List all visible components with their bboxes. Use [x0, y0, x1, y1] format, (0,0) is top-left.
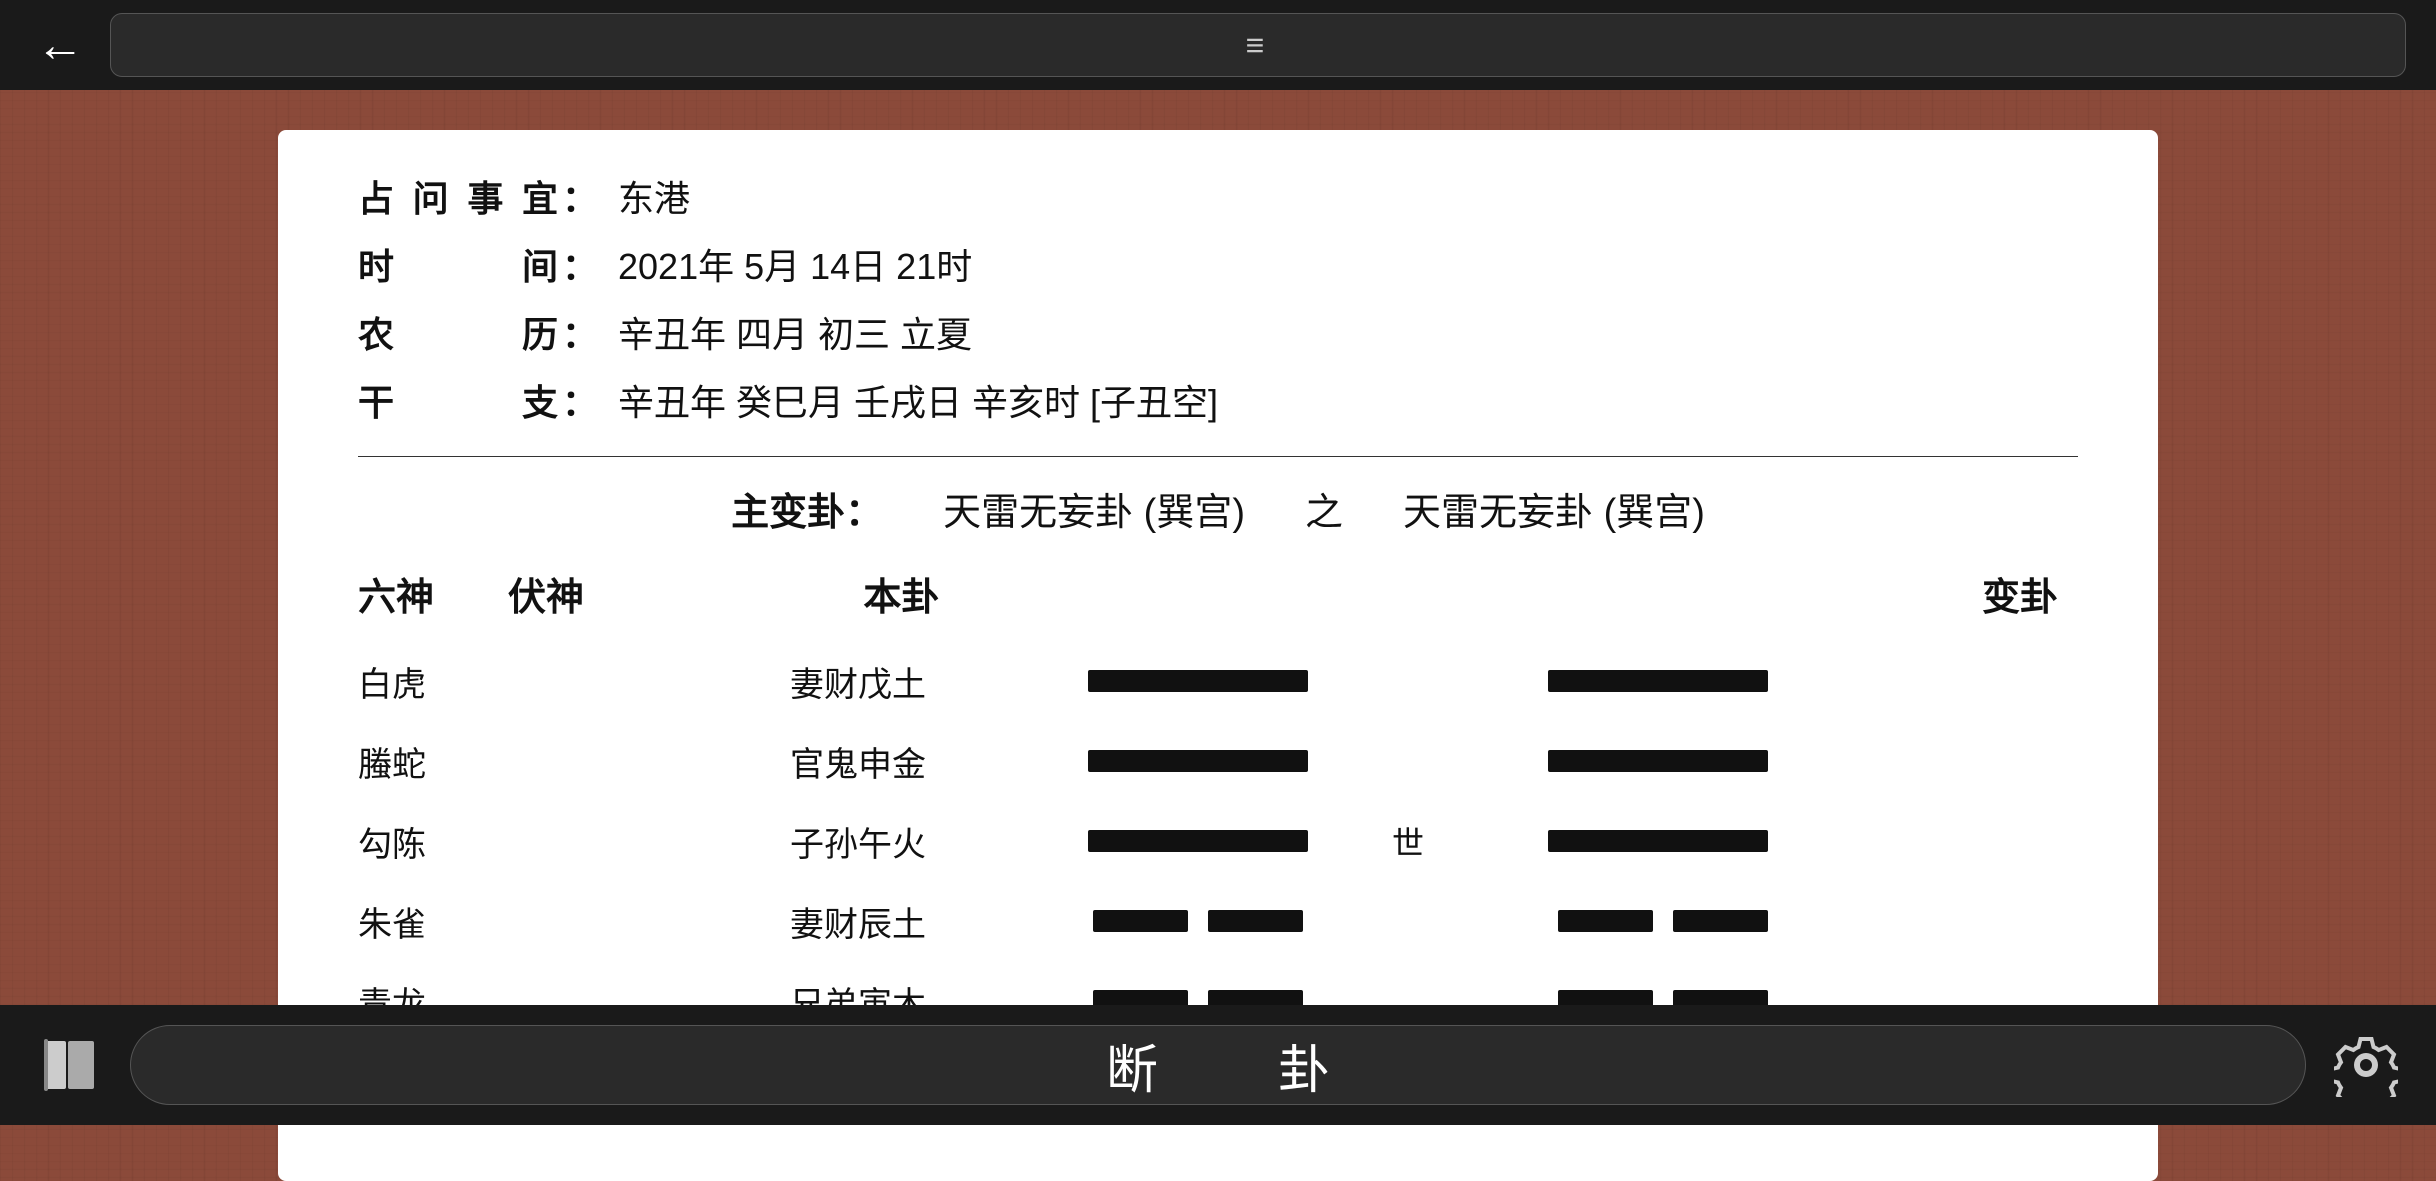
liushen-1: 螣蛇	[358, 737, 508, 786]
yao-name-3: 妻财辰土	[688, 897, 1028, 946]
bottom-bar: 断 卦	[0, 1005, 2436, 1125]
liushen-0: 白虎	[358, 657, 508, 706]
info-colon-1: ：	[562, 238, 598, 290]
book-icon	[38, 1033, 102, 1097]
info-colon-0: ：	[562, 170, 598, 222]
section-divider	[358, 456, 2078, 457]
main-title-row: 主变卦： 天雷无妄卦 (巽宫) 之 天雷无妄卦 (巽宫)	[358, 481, 2078, 536]
info-section: 占问事宜 ： 东港 时 间 ： 2021年 5月 14日 21时 农 历 ： 辛…	[358, 170, 2078, 426]
bottom-center-bar[interactable]: 断 卦	[130, 1025, 2306, 1105]
bengua-line-3	[1028, 910, 1368, 932]
top-bar: ← ≡	[0, 0, 2436, 90]
col-headers: 六神 伏神 本卦 变卦	[358, 566, 2078, 621]
info-value-2: 辛丑年 四月 初三 立夏	[618, 306, 972, 358]
biangua-line-3	[1448, 910, 1788, 932]
yao-name-1: 官鬼申金	[688, 737, 1028, 786]
hex-row-0: 白虎 妻财戊土	[358, 641, 2078, 721]
liushen-3: 朱雀	[358, 897, 508, 946]
bengua-line-0	[1028, 670, 1368, 692]
liushen-2: 勾陈	[358, 817, 508, 866]
info-row-2: 农 历 ： 辛丑年 四月 初三 立夏	[358, 306, 2078, 358]
gear-icon	[2334, 1033, 2398, 1097]
col-header-biangua: 变卦	[1631, 566, 2078, 621]
menu-icon: ≡	[1246, 27, 1271, 64]
content-area: 占问事宜 ： 东港 时 间 ： 2021年 5月 14日 21时 农 历 ： 辛…	[0, 90, 2436, 1005]
biangua-line-1	[1448, 750, 1788, 772]
info-label-3: 干 支	[358, 374, 558, 426]
yao-name-2: 子孙午火	[688, 817, 1028, 866]
bengua-line-2	[1028, 830, 1368, 852]
book-icon-button[interactable]	[30, 1025, 110, 1105]
back-arrow-icon: ←	[36, 18, 84, 73]
bottom-text-2: 卦	[1278, 1028, 1330, 1103]
info-label-2: 农 历	[358, 306, 558, 358]
info-row-0: 占问事宜 ： 东港	[358, 170, 2078, 222]
bengua-line-1	[1028, 750, 1368, 772]
info-colon-3: ：	[562, 374, 598, 426]
back-button[interactable]: ←	[30, 15, 90, 75]
hex-row-3: 朱雀 妻财辰土	[358, 881, 2078, 961]
biangua-line-0	[1448, 670, 1788, 692]
main-title-bengua: 天雷无妄卦 (巽宫)	[943, 481, 1245, 536]
hex-row-1: 螣蛇 官鬼申金	[358, 721, 2078, 801]
gear-icon-button[interactable]	[2326, 1025, 2406, 1105]
info-row-1: 时 间 ： 2021年 5月 14日 21时	[358, 238, 2078, 290]
info-label-0: 占问事宜	[358, 170, 558, 222]
info-label-1: 时 间	[358, 238, 558, 290]
zhi-char: 之	[1305, 481, 1343, 536]
col-header-fushen: 伏神	[498, 566, 678, 621]
top-menu-bar[interactable]: ≡	[110, 13, 2406, 77]
info-value-0: 东港	[618, 170, 690, 222]
main-title-label: 主变卦：	[731, 481, 883, 536]
col-header-liushen: 六神	[358, 566, 498, 621]
biangua-line-2	[1448, 830, 1788, 852]
info-row-3: 干 支 ： 辛丑年 癸巳月 壬戌日 辛亥时 [子丑空]	[358, 374, 2078, 426]
info-value-3: 辛丑年 癸巳月 壬戌日 辛亥时 [子丑空]	[618, 374, 1218, 426]
marker-2: 世	[1368, 818, 1448, 864]
col-header-bengua: 本卦	[678, 566, 1125, 621]
hex-row-2: 勾陈 子孙午火 世	[358, 801, 2078, 881]
main-title-biangua: 天雷无妄卦 (巽宫)	[1403, 481, 1705, 536]
bottom-text-1: 断	[1106, 1028, 1158, 1103]
info-value-1: 2021年 5月 14日 21时	[618, 238, 972, 290]
info-colon-2: ：	[562, 306, 598, 358]
yao-name-0: 妻财戊土	[688, 657, 1028, 706]
